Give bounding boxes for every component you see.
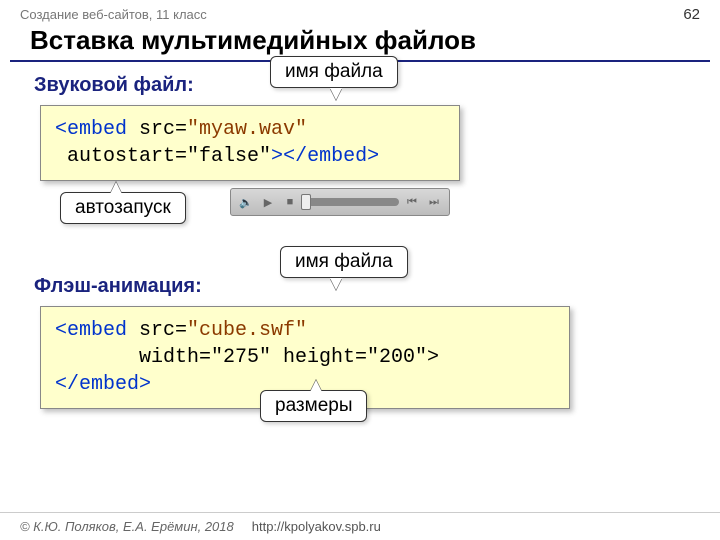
slide-header: Создание веб-сайтов, 11 класс 62 [0,0,720,23]
callout-audio-filename: имя файла [270,56,398,88]
header-left: Создание веб-сайтов, 11 класс [20,7,207,22]
callout-flash-filename: имя файла [280,246,408,278]
footer-copyright: © К.Ю. Поляков, Е.А. Ерёмин, 2018 [20,519,234,534]
callout-tail-icon [330,278,342,290]
player-track [303,198,399,206]
footer-url: http://kpolyakov.spb.ru [252,519,381,534]
forward-icon: ⏭ [425,193,443,211]
audio-player: 🔈 ▶ ■ ⏮ ⏭ [230,188,450,216]
audio-code-block: <embed src="myaw.wav" autostart="false">… [40,105,460,181]
callout-tail-icon [330,88,342,100]
callout-size: размеры [260,390,367,422]
volume-icon: 🔈 [237,193,255,211]
player-knob [301,194,311,210]
callout-tail-icon [110,182,122,194]
rewind-icon: ⏮ [403,193,421,211]
page-number: 62 [683,6,700,23]
play-icon: ▶ [259,193,277,211]
content-area: Звуковой файл: <embed src="myaw.wav" aut… [0,62,720,409]
callout-tail-icon [310,380,322,392]
stop-icon: ■ [281,193,299,211]
callout-autostart: автозапуск [60,192,186,224]
flash-section-label: Флэш-анимация: [34,275,690,298]
slide-footer: © К.Ю. Поляков, Е.А. Ерёмин, 2018 http:/… [0,512,720,540]
